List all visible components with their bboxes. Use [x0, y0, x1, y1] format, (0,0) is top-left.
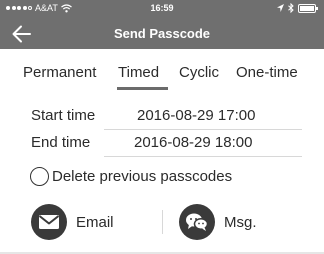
actions-divider: [162, 210, 163, 234]
msg-label: Msg.: [224, 213, 257, 231]
tab-permanent[interactable]: Permanent: [23, 64, 96, 81]
start-time-label: Start time: [31, 107, 96, 124]
active-tab-indicator: [117, 87, 168, 90]
delete-previous-passcodes-option[interactable]: Delete previous passcodes: [30, 164, 232, 188]
start-time-row[interactable]: Start time 2016-08-29 17:00: [0, 104, 324, 130]
email-label: Email: [76, 213, 114, 231]
start-time-value[interactable]: 2016-08-29 17:00: [137, 107, 255, 124]
bluetooth-icon: [288, 3, 294, 13]
tab-one-time[interactable]: One-time: [236, 64, 298, 81]
delete-previous-passcodes-label: Delete previous passcodes: [52, 167, 233, 185]
end-time-row[interactable]: End time 2016-08-29 18:00: [0, 131, 324, 157]
email-button[interactable]: Email: [31, 202, 114, 242]
end-time-value[interactable]: 2016-08-29 18:00: [134, 134, 252, 151]
tab-cyclic[interactable]: Cyclic: [179, 64, 219, 81]
location-arrow-icon: [277, 4, 284, 12]
tab-timed[interactable]: Timed: [118, 64, 159, 81]
chat-bubbles-icon: [179, 204, 215, 240]
envelope-icon: [31, 204, 67, 240]
status-right: [277, 3, 318, 13]
nav-bar: Send Passcode: [0, 18, 324, 49]
status-bar: A&AT 16:59: [0, 0, 324, 18]
divider: [104, 156, 302, 157]
end-time-label: End time: [31, 134, 91, 151]
msg-button[interactable]: Msg.: [179, 202, 257, 242]
page-title: Send Passcode: [113, 26, 211, 41]
battery-icon: [298, 3, 318, 13]
share-actions: Email Msg.: [0, 200, 324, 244]
passcode-type-tabs: Permanent Timed Cyclic One-time: [0, 62, 324, 90]
status-time: 16:59: [150, 3, 174, 13]
radio-button[interactable]: [30, 166, 49, 186]
divider: [104, 129, 302, 130]
